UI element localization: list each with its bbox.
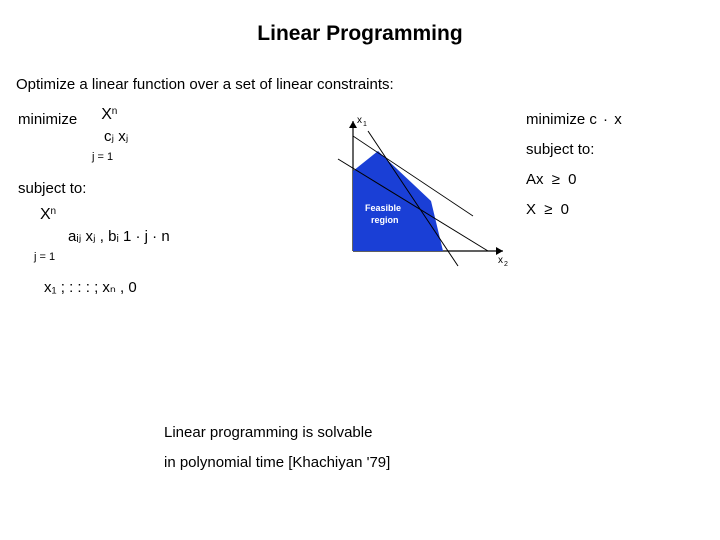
svg-text:region: region (371, 215, 399, 225)
sum-upper-n: n (112, 107, 118, 117)
ge-icon: ≥ (552, 171, 560, 188)
zero-2: 0 (561, 201, 569, 218)
X-term: X (526, 201, 536, 218)
sum-upper-n2: n (51, 207, 57, 217)
feasible-region-diagram: x 1 x 2 Feasible region (318, 101, 518, 306)
minimize-label: minimize (18, 108, 77, 132)
min-label: minimize c (526, 111, 597, 128)
ax-term: Ax (526, 171, 544, 188)
objective-term: cⱼ xⱼ (104, 125, 128, 149)
x-var: x (614, 111, 622, 128)
svg-text:Feasible: Feasible (365, 203, 401, 213)
sum-lower-j2: j = 1 (34, 249, 55, 267)
formulation-compact: minimize c · x subject to: Ax ≥ 0 X ≥ 0 (518, 101, 710, 306)
slide-title: Linear Programming (0, 0, 720, 46)
subject-to-compact: subject to: (526, 135, 710, 165)
slide-subtitle: Optimize a linear function over a set of… (0, 46, 720, 93)
svg-text:x: x (357, 115, 362, 126)
dot-icon: · (603, 111, 608, 128)
content-row: minimize Xn cⱼ xⱼ j = 1 subject to: Xn a… (0, 93, 720, 306)
constraint-term: aᵢⱼ xⱼ , bᵢ 1 · j · n (68, 225, 170, 249)
footnote-line1: Linear programming is solvable (164, 418, 390, 448)
ge-icon-2: ≥ (544, 201, 552, 218)
footnote: Linear programming is solvable in polyno… (164, 418, 390, 478)
footnote-line2: in polynomial time [Khachiyan '79] (164, 448, 390, 478)
nonneg-constraint: x₁ ; : : : ; xₙ , 0 (44, 276, 137, 300)
svg-text:x: x (498, 255, 503, 266)
formulation-detailed: minimize Xn cⱼ xⱼ j = 1 subject to: Xn a… (18, 101, 318, 306)
zero: 0 (568, 171, 576, 188)
svg-text:1: 1 (363, 121, 367, 128)
subject-to-label: subject to: (18, 177, 86, 201)
svg-text:2: 2 (504, 261, 508, 268)
sum-lower-j: j = 1 (92, 149, 113, 167)
